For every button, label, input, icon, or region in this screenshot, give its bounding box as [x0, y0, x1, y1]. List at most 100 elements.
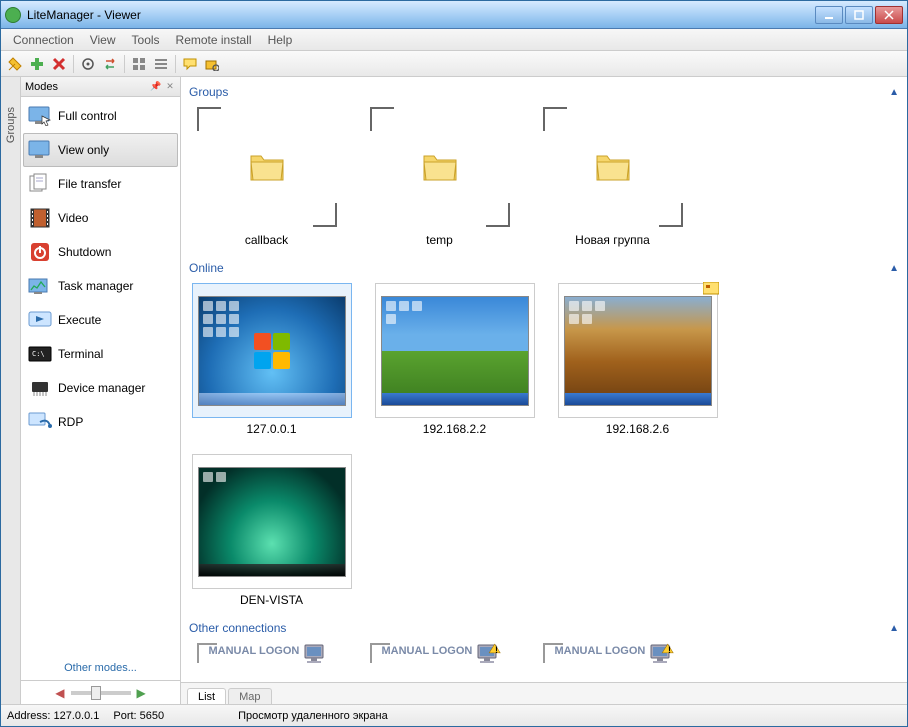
connect-icon[interactable]: [5, 54, 25, 74]
status-description: Просмотр удаленного экрана: [238, 710, 388, 722]
mode-terminal[interactable]: C:\ Terminal: [23, 337, 178, 371]
mode-full-control[interactable]: Full control: [23, 99, 178, 133]
mode-video[interactable]: Video: [23, 201, 178, 235]
mode-view-only[interactable]: View only: [23, 133, 178, 167]
groups-side-tab-label: Groups: [5, 107, 17, 143]
film-icon: [28, 206, 52, 230]
monitor-icon: [28, 138, 52, 162]
tab-map[interactable]: Map: [228, 688, 271, 704]
online-item[interactable]: DEN-VISTA: [189, 454, 354, 607]
menu-view[interactable]: View: [82, 31, 124, 49]
online-item[interactable]: 192.168.2.2: [372, 283, 537, 436]
mode-execute[interactable]: Execute: [23, 303, 178, 337]
chat-icon[interactable]: [180, 54, 200, 74]
folder-icon: [249, 152, 285, 182]
search-server-icon[interactable]: [202, 54, 222, 74]
group-item[interactable]: callback: [189, 107, 344, 247]
menu-connection[interactable]: Connection: [5, 31, 82, 49]
toolbar-separator: [175, 55, 176, 73]
section-header-online: Online ▲: [189, 257, 899, 279]
thumbnail-frame: [375, 283, 535, 418]
mode-task-manager[interactable]: Task manager: [23, 269, 178, 303]
online-row: 127.0.0.1 192.168.2.2: [189, 279, 899, 617]
close-panel-icon[interactable]: ✕: [164, 81, 176, 93]
groups-row: callback temp Новая группа: [189, 103, 899, 257]
body-area: Groups Modes 📌 ✕ Full control View only: [1, 77, 907, 704]
sidebar-zoom: ◀ ▶: [21, 680, 180, 704]
svg-text:!: !: [495, 645, 498, 655]
other-frame: MANUAL LOGON OFFLINE: [197, 643, 337, 682]
group-item[interactable]: temp: [362, 107, 517, 247]
mode-label: Full control: [58, 109, 117, 123]
desktop-thumbnail: [198, 296, 346, 406]
app-window: LiteManager - Viewer Connection View Too…: [0, 0, 908, 727]
svg-text:!: !: [668, 645, 671, 655]
collapse-icon[interactable]: ▲: [889, 263, 899, 274]
online-label: 192.168.2.2: [423, 422, 486, 436]
groups-side-tab[interactable]: Groups: [1, 77, 21, 704]
other-item[interactable]: MANUAL LOGON ! NOT FOUND Rita 192.168.0.…: [535, 643, 690, 682]
sidebar-header: Modes 📌 ✕: [21, 77, 180, 97]
section-title: Groups: [189, 85, 889, 99]
folder-icon: [595, 152, 631, 182]
section-header-groups: Groups ▲: [189, 81, 899, 103]
power-icon: [28, 240, 52, 264]
refresh-icon[interactable]: [78, 54, 98, 74]
toolbar-separator: [124, 55, 125, 73]
sync-icon[interactable]: [100, 54, 120, 74]
pin-icon[interactable]: 📌: [150, 81, 162, 93]
thumbnail-frame: [558, 283, 718, 418]
list-icon[interactable]: [151, 54, 171, 74]
close-button[interactable]: [875, 6, 903, 24]
sidebar-header-label: Modes: [25, 81, 148, 93]
menu-help[interactable]: Help: [260, 31, 301, 49]
zoom-in-icon[interactable]: ▶: [137, 686, 146, 700]
grid-icon[interactable]: [129, 54, 149, 74]
app-icon: [5, 7, 21, 23]
toolbar: [1, 51, 907, 77]
mode-device-manager[interactable]: Device manager: [23, 371, 178, 405]
mode-label: Shutdown: [58, 245, 111, 259]
main-scroll[interactable]: Groups ▲ callback temp: [181, 77, 907, 682]
file-transfer-icon: [28, 172, 52, 196]
other-modes-link[interactable]: Other modes...: [21, 656, 180, 680]
maximize-button[interactable]: [845, 6, 873, 24]
tab-list[interactable]: List: [187, 688, 226, 704]
computer-warning-icon: !: [476, 643, 504, 667]
group-label: temp: [426, 233, 453, 247]
group-item[interactable]: Новая группа: [535, 107, 690, 247]
group-label: Новая группа: [575, 233, 650, 247]
group-frame: [370, 107, 510, 227]
mode-shutdown[interactable]: Shutdown: [23, 235, 178, 269]
section-title: Other connections: [189, 621, 889, 635]
computer-icon: [303, 643, 331, 667]
online-item[interactable]: 192.168.2.6: [555, 283, 720, 436]
zoom-slider[interactable]: [71, 691, 131, 695]
thumbnail-frame: [192, 454, 352, 589]
add-icon[interactable]: [27, 54, 47, 74]
mode-label: Execute: [58, 313, 101, 327]
other-item[interactable]: MANUAL LOGON ! NOT FOUND Callback: [362, 643, 517, 682]
zoom-out-icon[interactable]: ◀: [55, 686, 64, 700]
minimize-button[interactable]: [815, 6, 843, 24]
titlebar-text: LiteManager - Viewer: [27, 8, 813, 22]
collapse-icon[interactable]: ▲: [889, 87, 899, 98]
mode-label: Video: [58, 211, 88, 225]
group-frame: [197, 107, 337, 227]
delete-icon[interactable]: [49, 54, 69, 74]
other-row: MANUAL LOGON OFFLINE 192.168.2.20 MANUAL…: [189, 639, 899, 682]
mode-rdp[interactable]: RDP: [23, 405, 178, 439]
menu-remote-install[interactable]: Remote install: [168, 31, 260, 49]
monitor-cursor-icon: [28, 104, 52, 128]
other-frame: MANUAL LOGON ! NOT FOUND: [370, 643, 510, 682]
desktop-thumbnail: [564, 296, 712, 406]
titlebar: LiteManager - Viewer: [1, 1, 907, 29]
collapse-icon[interactable]: ▲: [889, 623, 899, 634]
mode-file-transfer[interactable]: File transfer: [23, 167, 178, 201]
other-item[interactable]: MANUAL LOGON OFFLINE 192.168.2.20: [189, 643, 344, 682]
manual-logon-text: MANUAL LOGON: [209, 645, 300, 657]
menu-tools[interactable]: Tools: [124, 31, 168, 49]
modes-list: Full control View only File transfer Vid…: [21, 97, 180, 656]
online-item[interactable]: 127.0.0.1: [189, 283, 354, 436]
status-address: Address: 127.0.0.1: [7, 710, 99, 722]
